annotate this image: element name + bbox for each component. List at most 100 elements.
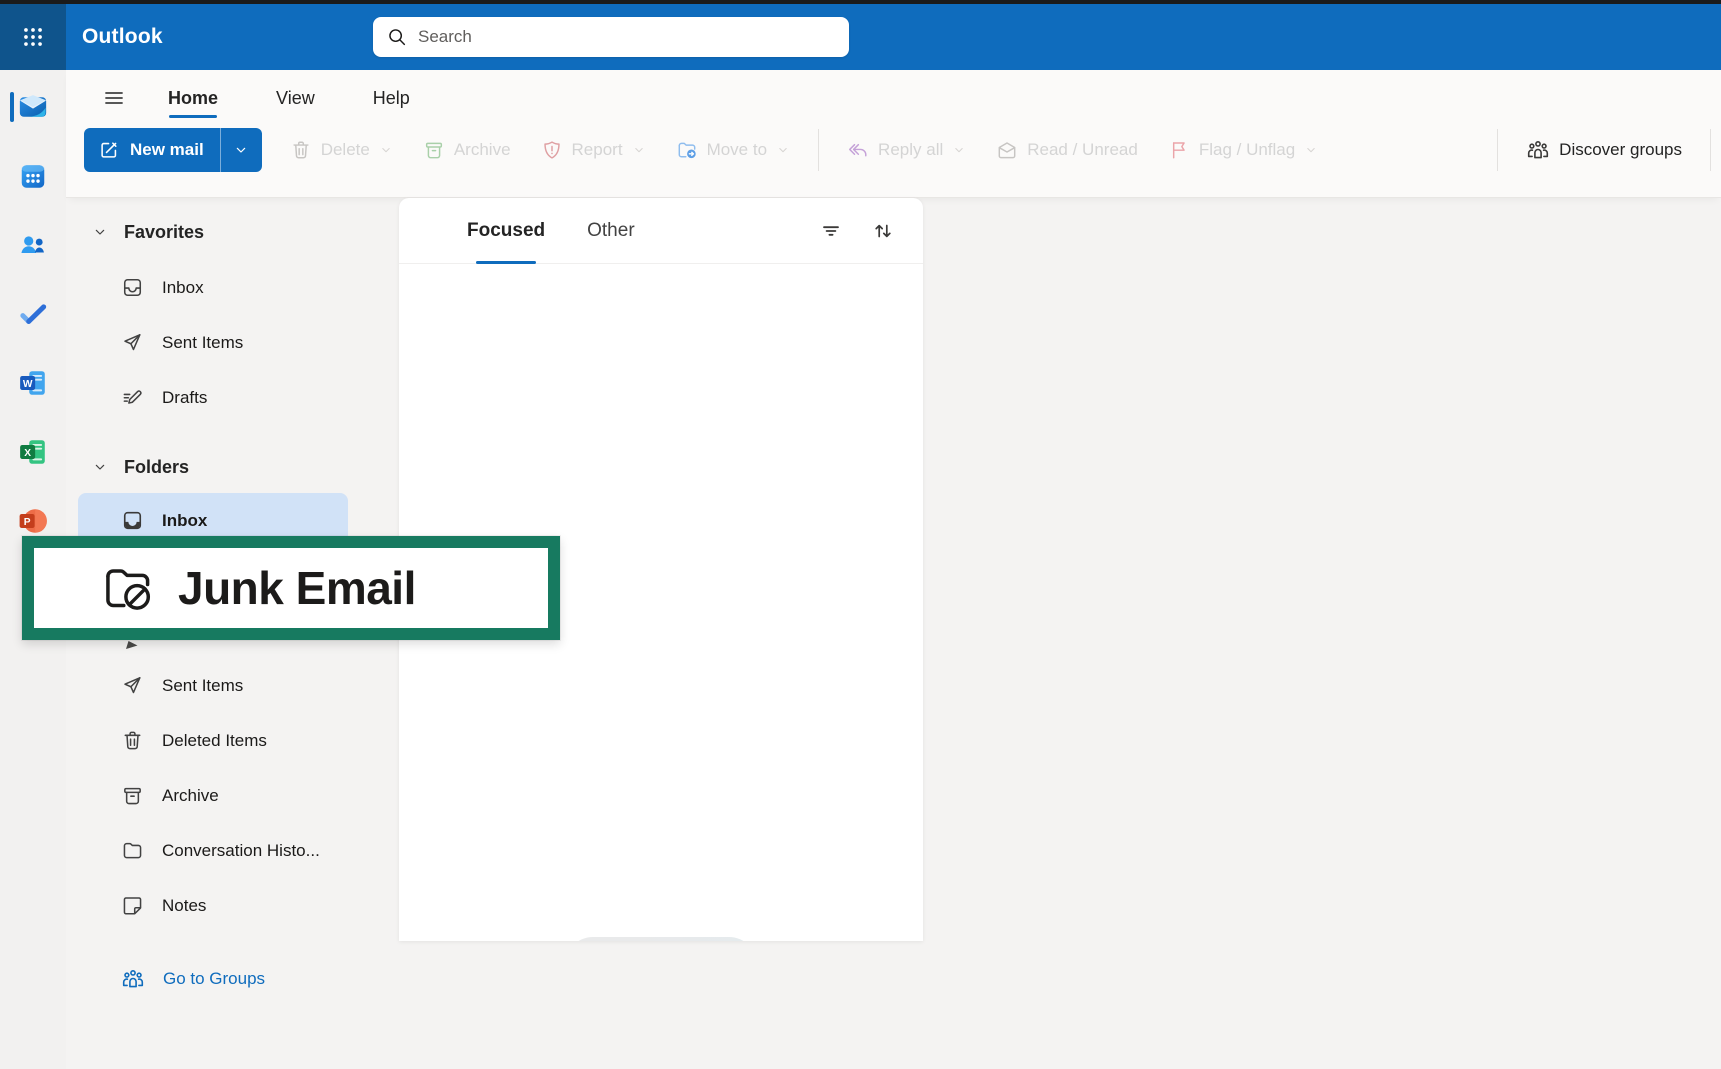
powerpoint-icon: P (18, 506, 48, 536)
go-to-groups-link[interactable]: Go to Groups (66, 951, 366, 1006)
chevron-down-icon (92, 459, 108, 475)
people-community-icon (1526, 138, 1550, 162)
chevron-down-icon (233, 142, 249, 158)
favorite-item-drafts[interactable]: Drafts (66, 370, 366, 425)
rail-item-todo[interactable] (9, 290, 57, 338)
new-mail-split-button: New mail (84, 128, 262, 172)
send-icon (121, 331, 144, 354)
chevron-down-icon (92, 224, 108, 240)
hamburger-menu-button[interactable] (94, 80, 134, 116)
chevron-down-icon (1304, 143, 1318, 157)
sort-icon (871, 219, 895, 243)
toolbar-separator (1497, 129, 1498, 171)
new-mail-button[interactable]: New mail (84, 128, 220, 172)
hamburger-icon (102, 86, 126, 110)
folder-item-notes[interactable]: Notes (66, 878, 366, 933)
mail-read-icon (996, 139, 1018, 161)
new-mail-dropdown-button[interactable] (220, 128, 262, 172)
folders-section-header[interactable]: Folders (66, 447, 366, 487)
discover-groups-button[interactable]: Discover groups (1524, 128, 1684, 172)
favorite-item-inbox[interactable]: Inbox (66, 260, 366, 315)
rail-item-people[interactable] (9, 221, 57, 269)
empty-inbox-box (565, 937, 757, 941)
trash-icon (290, 139, 312, 161)
search-box (373, 17, 849, 57)
filter-icon (819, 219, 843, 243)
note-icon (121, 894, 144, 917)
archive-button[interactable]: Archive (421, 128, 513, 172)
tab-other[interactable]: Other (583, 198, 639, 264)
flag-icon (1168, 139, 1190, 161)
active-tab-underline (476, 261, 536, 264)
flag-unflag-button[interactable]: Flag / Unflag (1166, 128, 1320, 172)
folder-item-sent-items[interactable]: Sent Items (66, 658, 366, 713)
folder-arrow-icon (676, 139, 698, 161)
active-tab-underline (169, 115, 217, 118)
excel-icon: X (18, 437, 48, 467)
junk-folder-icon (100, 560, 156, 616)
trash-icon (121, 729, 144, 752)
rail-item-excel[interactable]: X (9, 428, 57, 476)
favorite-item-sent-items[interactable]: Sent Items (66, 315, 366, 370)
toolbar: New mail Delete Archive (66, 120, 1721, 180)
message-list-tools (817, 217, 897, 245)
reply-all-button[interactable]: Reply all (845, 128, 968, 172)
chevron-down-icon (776, 143, 790, 157)
toolbar-separator (1710, 129, 1711, 171)
search-icon (386, 26, 408, 48)
tab-home[interactable]: Home (166, 78, 220, 118)
callout-label: Junk Email (178, 561, 416, 615)
search-input[interactable] (408, 17, 849, 57)
empty-inbox-illustration (565, 937, 757, 941)
compose-icon (98, 139, 120, 161)
svg-text:X: X (24, 448, 31, 459)
tab-view[interactable]: View (274, 78, 317, 118)
filter-button[interactable] (817, 217, 845, 245)
folder-item-conversation-history[interactable]: Conversation Histo... (66, 823, 366, 878)
ribbon: Home View Help New mail D (66, 70, 1721, 198)
report-button[interactable]: Report (539, 128, 648, 172)
drafts-icon-clipped (125, 640, 142, 650)
sort-button[interactable] (869, 217, 897, 245)
tab-help[interactable]: Help (371, 78, 412, 118)
toolbar-separator (818, 129, 819, 171)
calendar-icon (18, 161, 48, 191)
outlook-window: Outlook (0, 0, 1721, 1069)
folder-item-archive[interactable]: Archive (66, 768, 366, 823)
favorites-section-header[interactable]: Favorites (66, 212, 366, 252)
app-header: Outlook (0, 4, 1721, 70)
todo-check-icon (18, 299, 48, 329)
app-title: Outlook (82, 4, 163, 70)
tab-focused[interactable]: Focused (463, 198, 549, 264)
rail-item-mail[interactable] (9, 83, 57, 131)
reply-all-icon (847, 139, 869, 161)
svg-text:W: W (23, 379, 33, 390)
inbox-icon (121, 509, 144, 532)
svg-text:P: P (24, 517, 31, 528)
folder-icon (121, 839, 144, 862)
chevron-down-icon (632, 143, 646, 157)
message-list-tab-row: Focused Other (399, 198, 923, 264)
chevron-down-icon (379, 143, 393, 157)
send-icon (121, 674, 144, 697)
drafts-icon (121, 386, 144, 409)
rail-item-calendar[interactable] (9, 152, 57, 200)
people-community-icon (121, 967, 145, 991)
junk-email-callout: Junk Email (22, 536, 560, 640)
move-to-button[interactable]: Move to (674, 128, 792, 172)
archive-icon (121, 784, 144, 807)
shield-warning-icon (541, 139, 563, 161)
archive-icon (423, 139, 445, 161)
people-icon (18, 230, 48, 260)
folder-item-deleted-items[interactable]: Deleted Items (66, 713, 366, 768)
read-unread-button[interactable]: Read / Unread (994, 128, 1140, 172)
waffle-icon (20, 24, 46, 50)
word-icon: W (18, 368, 48, 398)
menu-row: Home View Help (66, 78, 412, 118)
delete-button[interactable]: Delete (288, 128, 395, 172)
app-launcher-button[interactable] (0, 4, 66, 70)
rail-item-word[interactable]: W (9, 359, 57, 407)
chevron-down-icon (952, 143, 966, 157)
menu-tabs: Home View Help (166, 78, 412, 118)
outlook-mail-icon (17, 91, 49, 123)
